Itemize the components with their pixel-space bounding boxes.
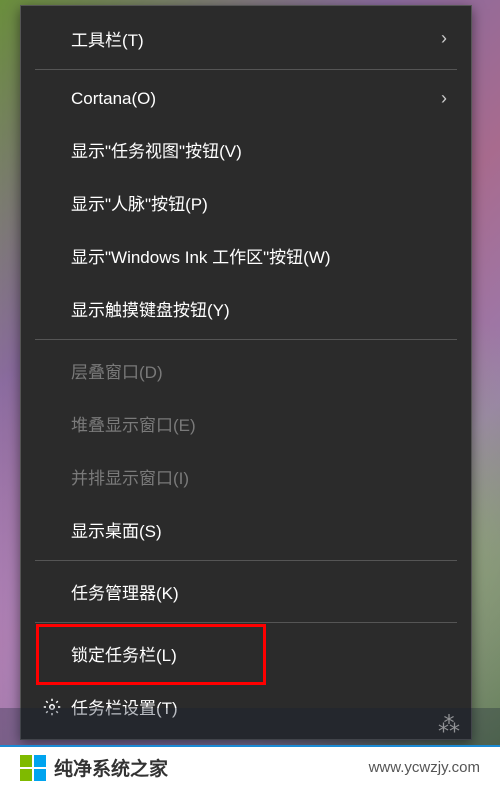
paw-icon: ⁂: [438, 712, 460, 738]
menu-label-show-desktop: 显示桌面(S): [71, 517, 447, 542]
watermark-logo: 纯净系统之家: [20, 754, 168, 781]
menu-item-cortana[interactable]: Cortana(O) ›: [21, 74, 471, 123]
menu-item-task-manager[interactable]: 任务管理器(K): [21, 565, 471, 618]
chevron-right-icon: ›: [441, 28, 447, 49]
menu-label-people: 显示"人脉"按钮(P): [71, 190, 447, 215]
menu-item-touch-kb[interactable]: 显示触摸键盘按钮(Y): [21, 282, 471, 335]
menu-separator: [35, 560, 457, 561]
menu-label-sidebyside: 并排显示窗口(I): [71, 464, 447, 489]
watermark-bar: 纯净系统之家 www.ycwzjy.com: [0, 745, 500, 788]
menu-label-cortana: Cortana(O): [71, 89, 441, 109]
watermark-text: 纯净系统之家: [54, 754, 168, 781]
menu-separator: [35, 622, 457, 623]
menu-label-cascade: 层叠窗口(D): [71, 358, 447, 383]
menu-label-lock-taskbar: 锁定任务栏(L): [71, 641, 447, 666]
menu-separator: [35, 339, 457, 340]
watermark-url: www.ycwzjy.com: [369, 759, 480, 776]
menu-item-stacked: 堆叠显示窗口(E): [21, 397, 471, 450]
menu-separator: [35, 69, 457, 70]
chevron-right-icon: ›: [441, 88, 447, 109]
menu-label-task-view: 显示"任务视图"按钮(V): [71, 137, 447, 162]
menu-label-touch-kb: 显示触摸键盘按钮(Y): [71, 296, 447, 321]
menu-item-cascade: 层叠窗口(D): [21, 344, 471, 397]
taskbar-context-menu: 工具栏(T) › Cortana(O) › 显示"任务视图"按钮(V) 显示"人…: [20, 5, 472, 740]
menu-item-toolbars[interactable]: 工具栏(T) ›: [21, 12, 471, 65]
menu-label-ink: 显示"Windows Ink 工作区"按钮(W): [71, 243, 447, 268]
menu-item-people[interactable]: 显示"人脉"按钮(P): [21, 176, 471, 229]
logo-squares-icon: [20, 755, 46, 781]
menu-item-show-desktop[interactable]: 显示桌面(S): [21, 503, 471, 556]
menu-label-toolbars: 工具栏(T): [71, 26, 441, 51]
menu-item-task-view[interactable]: 显示"任务视图"按钮(V): [21, 123, 471, 176]
menu-item-lock-taskbar[interactable]: 锁定任务栏(L): [21, 627, 471, 680]
menu-label-stacked: 堆叠显示窗口(E): [71, 411, 447, 436]
menu-label-task-manager: 任务管理器(K): [71, 579, 447, 604]
menu-item-ink[interactable]: 显示"Windows Ink 工作区"按钮(W): [21, 229, 471, 282]
taskbar[interactable]: [0, 708, 500, 748]
menu-item-sidebyside: 并排显示窗口(I): [21, 450, 471, 503]
